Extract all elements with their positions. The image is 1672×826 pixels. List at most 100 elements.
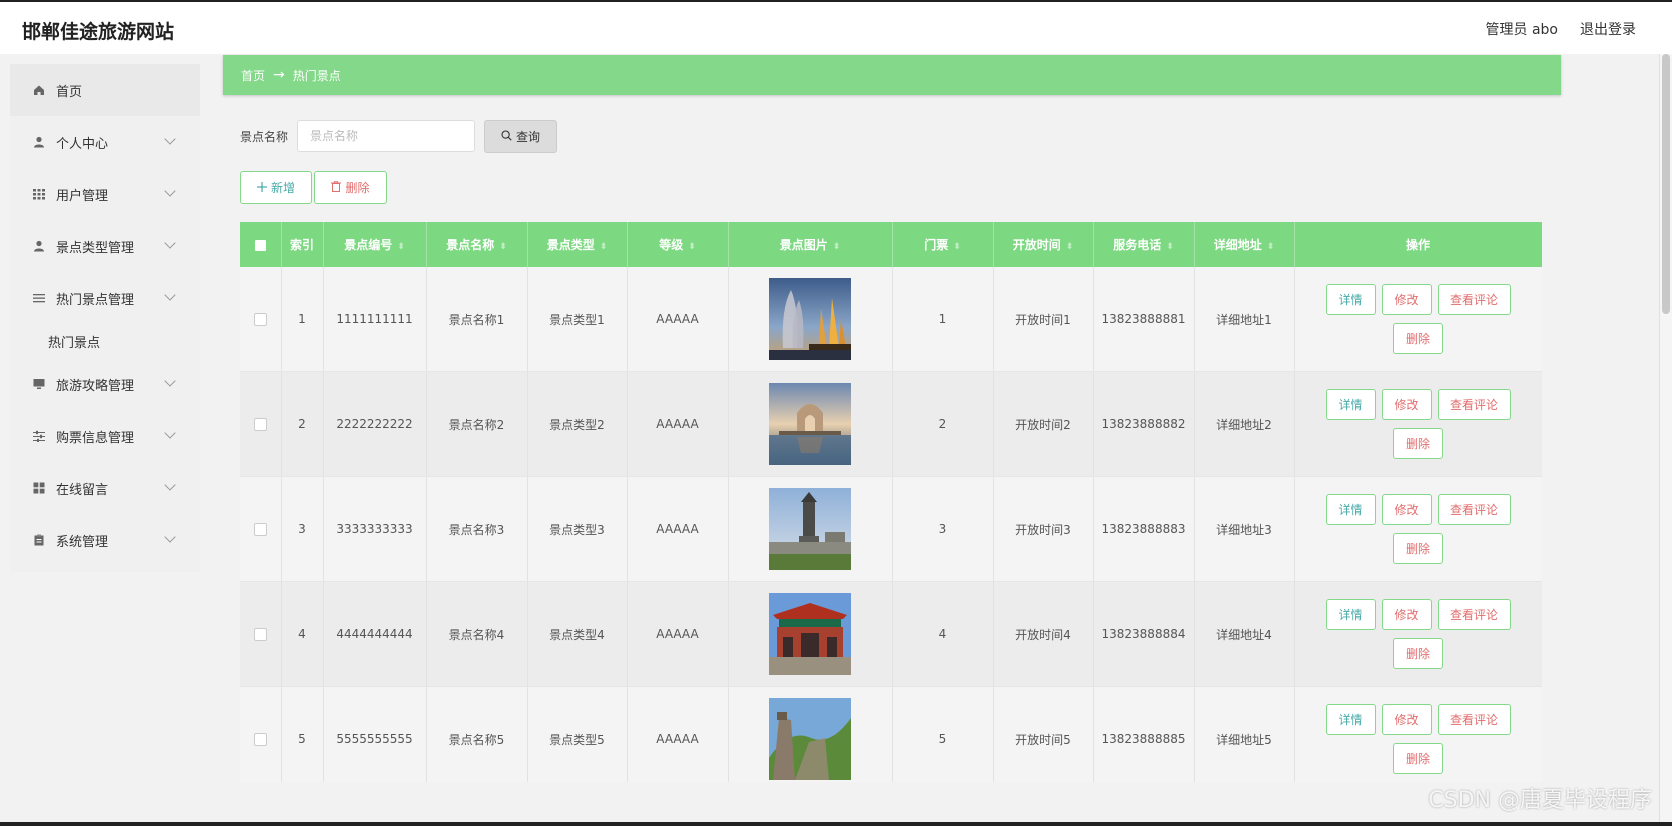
view-reviews-button[interactable]: 查看评论 — [1437, 284, 1511, 315]
breadcrumb-home[interactable]: 首页 — [241, 67, 265, 84]
scrollbar-thumb[interactable] — [1662, 54, 1670, 314]
spot-image[interactable] — [769, 593, 851, 675]
delete-button[interactable]: 删除 — [1393, 638, 1443, 669]
sort-icon: ⬍ — [688, 242, 696, 252]
sidebar-item-label: 购票信息管理 — [56, 430, 135, 446]
cell-type: 景点类型5 — [527, 686, 628, 782]
spot-image[interactable] — [769, 698, 851, 780]
sidebar-item-label: 系统管理 — [56, 534, 109, 550]
cell-open-time: 开放时间4 — [993, 581, 1094, 687]
row-checkbox[interactable] — [240, 267, 282, 372]
breadcrumb: 首页 → 热门景点 — [223, 55, 1561, 95]
bulk-delete-button[interactable]: 删除 — [314, 171, 387, 204]
sort-icon: ⬍ — [599, 242, 608, 252]
cell-name: 景点名称4 — [426, 581, 528, 687]
delete-button[interactable]: 删除 — [1393, 428, 1443, 459]
list-icon — [32, 291, 46, 305]
sidebar-item-tickets[interactable]: 购票信息管理 — [10, 410, 200, 462]
cell-open-time: 开放时间1 — [993, 267, 1094, 372]
detail-button[interactable]: 详情 — [1325, 284, 1376, 315]
row-checkbox[interactable] — [240, 476, 282, 582]
cell-open-time: 开放时间3 — [993, 476, 1094, 582]
cell-actions: 详情 修改 查看评论 删除 — [1294, 476, 1542, 582]
detail-button[interactable]: 详情 — [1325, 599, 1376, 630]
view-reviews-button[interactable]: 查看评论 — [1437, 599, 1511, 630]
row-checkbox[interactable] — [240, 686, 282, 782]
search-button[interactable]: 查询 — [484, 120, 557, 153]
cell-level: AAAAA — [627, 371, 729, 477]
column-header[interactable]: 等级 ⬍ — [627, 222, 729, 267]
search-input[interactable] — [297, 120, 475, 152]
cell-address: 详细地址4 — [1194, 581, 1295, 687]
cell-open-time: 开放时间2 — [993, 371, 1094, 477]
sidebar-item-home[interactable]: 首页 — [10, 64, 200, 116]
sidebar-subitem-hot-spots[interactable]: 热门景点 — [10, 324, 200, 358]
sidebar-item-personal[interactable]: 个人中心 — [10, 116, 200, 168]
column-header: 索引 — [281, 222, 324, 267]
cell-level: AAAAA — [627, 581, 729, 687]
detail-button[interactable]: 详情 — [1325, 389, 1376, 420]
column-header[interactable]: 景点图片 ⬍ — [728, 222, 893, 267]
column-header[interactable]: 开放时间 ⬍ — [993, 222, 1094, 267]
cell-type: 景点类型4 — [527, 581, 628, 687]
table-row: 5 5555555555 景点名称5 景点类型5 AAAAA 5 开放时间5 1… — [240, 686, 1542, 782]
admin-label[interactable]: 管理员 abo — [1486, 19, 1558, 39]
cell-phone: 13823888885 — [1093, 686, 1195, 782]
edit-button[interactable]: 修改 — [1381, 494, 1432, 525]
cell-open-time: 开放时间5 — [993, 686, 1094, 782]
sidebar-item-label: 在线留言 — [56, 482, 109, 498]
view-reviews-button[interactable]: 查看评论 — [1437, 389, 1511, 420]
delete-button[interactable]: 删除 — [1393, 533, 1443, 564]
detail-button[interactable]: 详情 — [1325, 704, 1376, 735]
add-button[interactable]: 新增 — [240, 171, 312, 204]
column-header[interactable]: 门票 ⬍ — [892, 222, 994, 267]
column-header[interactable]: 详细地址 ⬍ — [1194, 222, 1295, 267]
detail-button[interactable]: 详情 — [1325, 494, 1376, 525]
sidebar-item-messages[interactable]: 在线留言 — [10, 462, 200, 514]
spot-image[interactable] — [769, 383, 851, 465]
view-reviews-button[interactable]: 查看评论 — [1437, 494, 1511, 525]
watermark: CSDN @唐夏毕设程序 — [1428, 788, 1652, 813]
delete-button[interactable]: 删除 — [1393, 323, 1443, 354]
vertical-scrollbar[interactable] — [1659, 54, 1672, 826]
row-checkbox[interactable] — [240, 371, 282, 477]
chevron-down-icon — [164, 479, 176, 491]
sidebar-item-hot-spots[interactable]: 热门景点管理 — [10, 272, 200, 324]
sidebar-item-label: 旅游攻略管理 — [56, 378, 135, 394]
spots-table: 索引 景点编号 ⬍ 景点名称 ⬍ 景点类型 ⬍ 等级 ⬍ 景点图片 ⬍ 门票 ⬍ 开放时间 ⬍… — [240, 222, 1542, 782]
sidebar-item-guides[interactable]: 旅游攻略管理 — [10, 358, 200, 410]
sidebar-item-spot-types[interactable]: 景点类型管理 — [10, 220, 200, 272]
cell-address: 详细地址5 — [1194, 686, 1295, 782]
select-all-checkbox[interactable] — [240, 222, 282, 267]
sidebar-item-system[interactable]: 系统管理 — [10, 514, 200, 566]
chevron-down-icon — [164, 531, 176, 543]
edit-button[interactable]: 修改 — [1381, 599, 1432, 630]
cell-code: 1111111111 — [323, 267, 427, 372]
column-header[interactable]: 景点编号 ⬍ — [323, 222, 427, 267]
cell-index: 1 — [281, 267, 324, 372]
cell-ticket: 5 — [892, 686, 994, 782]
cell-level: AAAAA — [627, 267, 729, 372]
spot-image[interactable] — [769, 278, 851, 360]
cell-name: 景点名称1 — [426, 267, 528, 372]
spot-image[interactable] — [769, 488, 851, 570]
add-button-label: 新增 — [270, 181, 295, 195]
logout-link[interactable]: 退出登录 — [1580, 19, 1636, 39]
cell-image — [728, 686, 893, 782]
home-icon — [32, 83, 46, 97]
column-header[interactable]: 景点类型 ⬍ — [527, 222, 628, 267]
column-header[interactable]: 服务电话 ⬍ — [1093, 222, 1195, 267]
edit-button[interactable]: 修改 — [1381, 389, 1432, 420]
cell-phone: 13823888883 — [1093, 476, 1195, 582]
cell-level: AAAAA — [627, 476, 729, 582]
row-checkbox[interactable] — [240, 581, 282, 687]
grid-icon — [32, 187, 46, 201]
edit-button[interactable]: 修改 — [1381, 704, 1432, 735]
view-reviews-button[interactable]: 查看评论 — [1437, 704, 1511, 735]
edit-button[interactable]: 修改 — [1381, 284, 1432, 315]
sidebar-item-users[interactable]: 用户管理 — [10, 168, 200, 220]
delete-button[interactable]: 删除 — [1393, 743, 1443, 774]
column-header[interactable]: 景点名称 ⬍ — [426, 222, 528, 267]
breadcrumb-arrow-icon: → — [273, 67, 285, 83]
cell-address: 详细地址3 — [1194, 476, 1295, 582]
